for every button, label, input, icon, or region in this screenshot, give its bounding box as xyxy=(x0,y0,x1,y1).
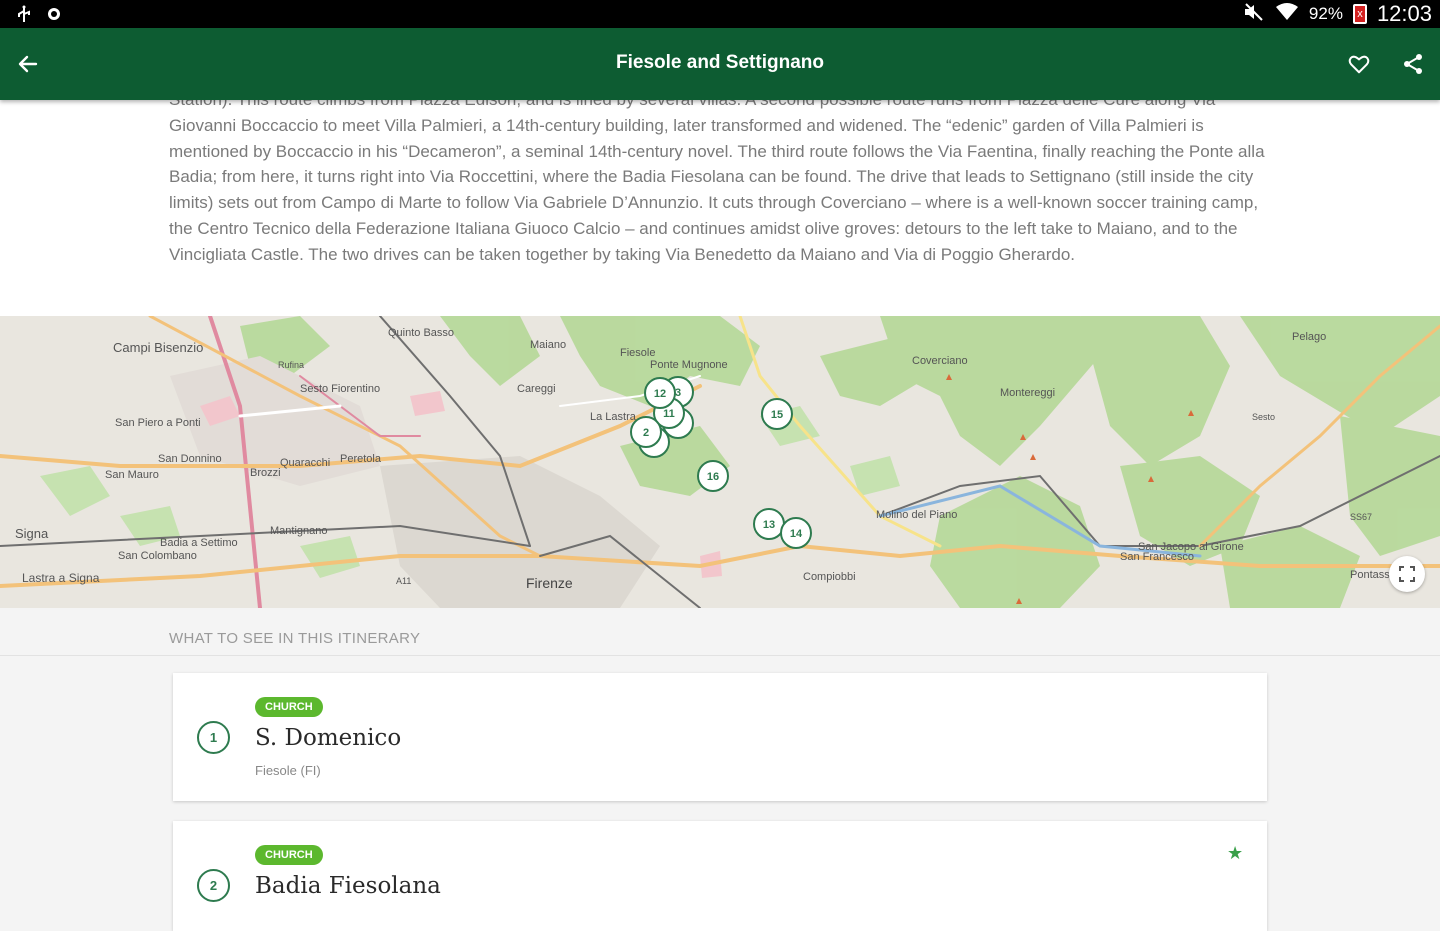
heart-outline-icon xyxy=(1348,55,1370,74)
map-label: San Colombano xyxy=(118,550,197,562)
map-label: Fiesole xyxy=(620,347,655,359)
map-label: Montereggi xyxy=(1000,387,1055,399)
battery-icon xyxy=(1352,4,1367,24)
itinerary-description: Station). This route climbs from Piazza … xyxy=(0,100,1440,316)
map-label: San Mauro xyxy=(105,469,159,481)
fullscreen-icon xyxy=(1399,566,1415,582)
map-label: A11 xyxy=(396,576,411,586)
map-label: Quaracchi xyxy=(280,457,330,469)
section-title: WHAT TO SEE IN THIS ITINERARY xyxy=(169,630,421,647)
item-number: 2 xyxy=(197,869,230,902)
map-label: Lastra a Signa xyxy=(22,571,100,585)
description-text: Station). This route climbs from Piazza … xyxy=(169,100,1265,264)
share-icon xyxy=(1404,54,1422,74)
map-label: Firenze xyxy=(526,575,573,591)
battery-percent: 92% xyxy=(1308,4,1343,23)
map-label: Ponte Mugnone xyxy=(650,359,728,371)
map-label: Brozzi xyxy=(250,467,281,479)
place-location: Fiesole (FI) xyxy=(255,763,321,778)
list-item[interactable]: 1 CHURCH S. Domenico Fiesole (FI) xyxy=(173,673,1267,801)
map-label: Compiobbi xyxy=(803,571,856,583)
category-badge: CHURCH xyxy=(255,697,323,717)
map-marker[interactable]: 16 xyxy=(697,460,729,492)
app-bar: Fiesole and Settignano xyxy=(0,28,1440,100)
status-bar: 92% 12:03 xyxy=(0,0,1440,28)
map-label: Pelago xyxy=(1292,331,1326,343)
map-marker[interactable]: 15 xyxy=(761,398,793,430)
wifi-icon xyxy=(1275,2,1299,27)
map-label: San Piero a Ponti xyxy=(115,417,201,429)
map-label: Coverciano xyxy=(912,355,968,367)
place-name: Badia Fiesolana xyxy=(255,873,441,899)
fullscreen-button[interactable] xyxy=(1389,556,1425,592)
map-marker-15: 15 xyxy=(771,409,783,421)
map-label: Sesto Fiorentino xyxy=(300,383,380,395)
map-marker[interactable]: 13 xyxy=(753,508,785,540)
list-item[interactable]: 2 CHURCH Badia Fiesolana ★ xyxy=(173,821,1267,931)
map-label: Molino del Piano xyxy=(876,509,957,521)
usb-icon xyxy=(16,5,32,28)
map-label: Sesto xyxy=(1252,412,1275,422)
map-marker[interactable]: 14 xyxy=(780,517,812,549)
map-label: Quinto Basso xyxy=(388,327,454,339)
map-label: San Francesco xyxy=(1120,551,1194,563)
map-canvas[interactable]: Campi Bisenzio Quinto Basso Sesto Fioren… xyxy=(0,316,1440,608)
map-label: San Donnino xyxy=(158,453,222,465)
map-marker-2: 2 xyxy=(643,427,649,439)
map-marker[interactable]: 12 xyxy=(644,377,676,409)
map-label: Peretola xyxy=(340,453,382,465)
item-number: 1 xyxy=(197,721,230,754)
map-marker-13: 13 xyxy=(763,519,775,531)
clock: 12:03 xyxy=(1376,1,1432,26)
page-title: Fiesole and Settignano xyxy=(616,52,824,73)
map-label: Badia a Settimo xyxy=(160,537,238,549)
favorite-button[interactable] xyxy=(1341,46,1377,82)
section-header: WHAT TO SEE IN THIS ITINERARY xyxy=(0,608,1440,656)
place-name: S. Domenico xyxy=(255,725,402,751)
map-label: Signa xyxy=(15,526,49,541)
category-badge: CHURCH xyxy=(255,845,323,865)
star-icon: ★ xyxy=(1227,843,1244,863)
map-marker-11: 11 xyxy=(663,408,675,420)
mute-icon xyxy=(1243,2,1265,27)
map-label: Rufina xyxy=(278,360,304,370)
map-label: Careggi xyxy=(517,383,556,395)
map-label: Campi Bisenzio xyxy=(113,340,203,355)
android-debug-icon xyxy=(46,6,62,27)
map-marker-16: 16 xyxy=(707,471,719,483)
map-label: SS67 xyxy=(1350,512,1372,522)
map-label: La Lastra xyxy=(590,411,637,423)
itinerary-map[interactable]: Campi Bisenzio Quinto Basso Sesto Fioren… xyxy=(0,316,1440,608)
map-label: Mantignano xyxy=(270,525,328,537)
share-button[interactable] xyxy=(1395,46,1431,82)
map-marker[interactable]: 2 xyxy=(630,416,662,448)
map-marker-14: 14 xyxy=(790,528,803,540)
map-marker-12: 12 xyxy=(654,388,666,400)
map-label: Maiano xyxy=(530,339,566,351)
